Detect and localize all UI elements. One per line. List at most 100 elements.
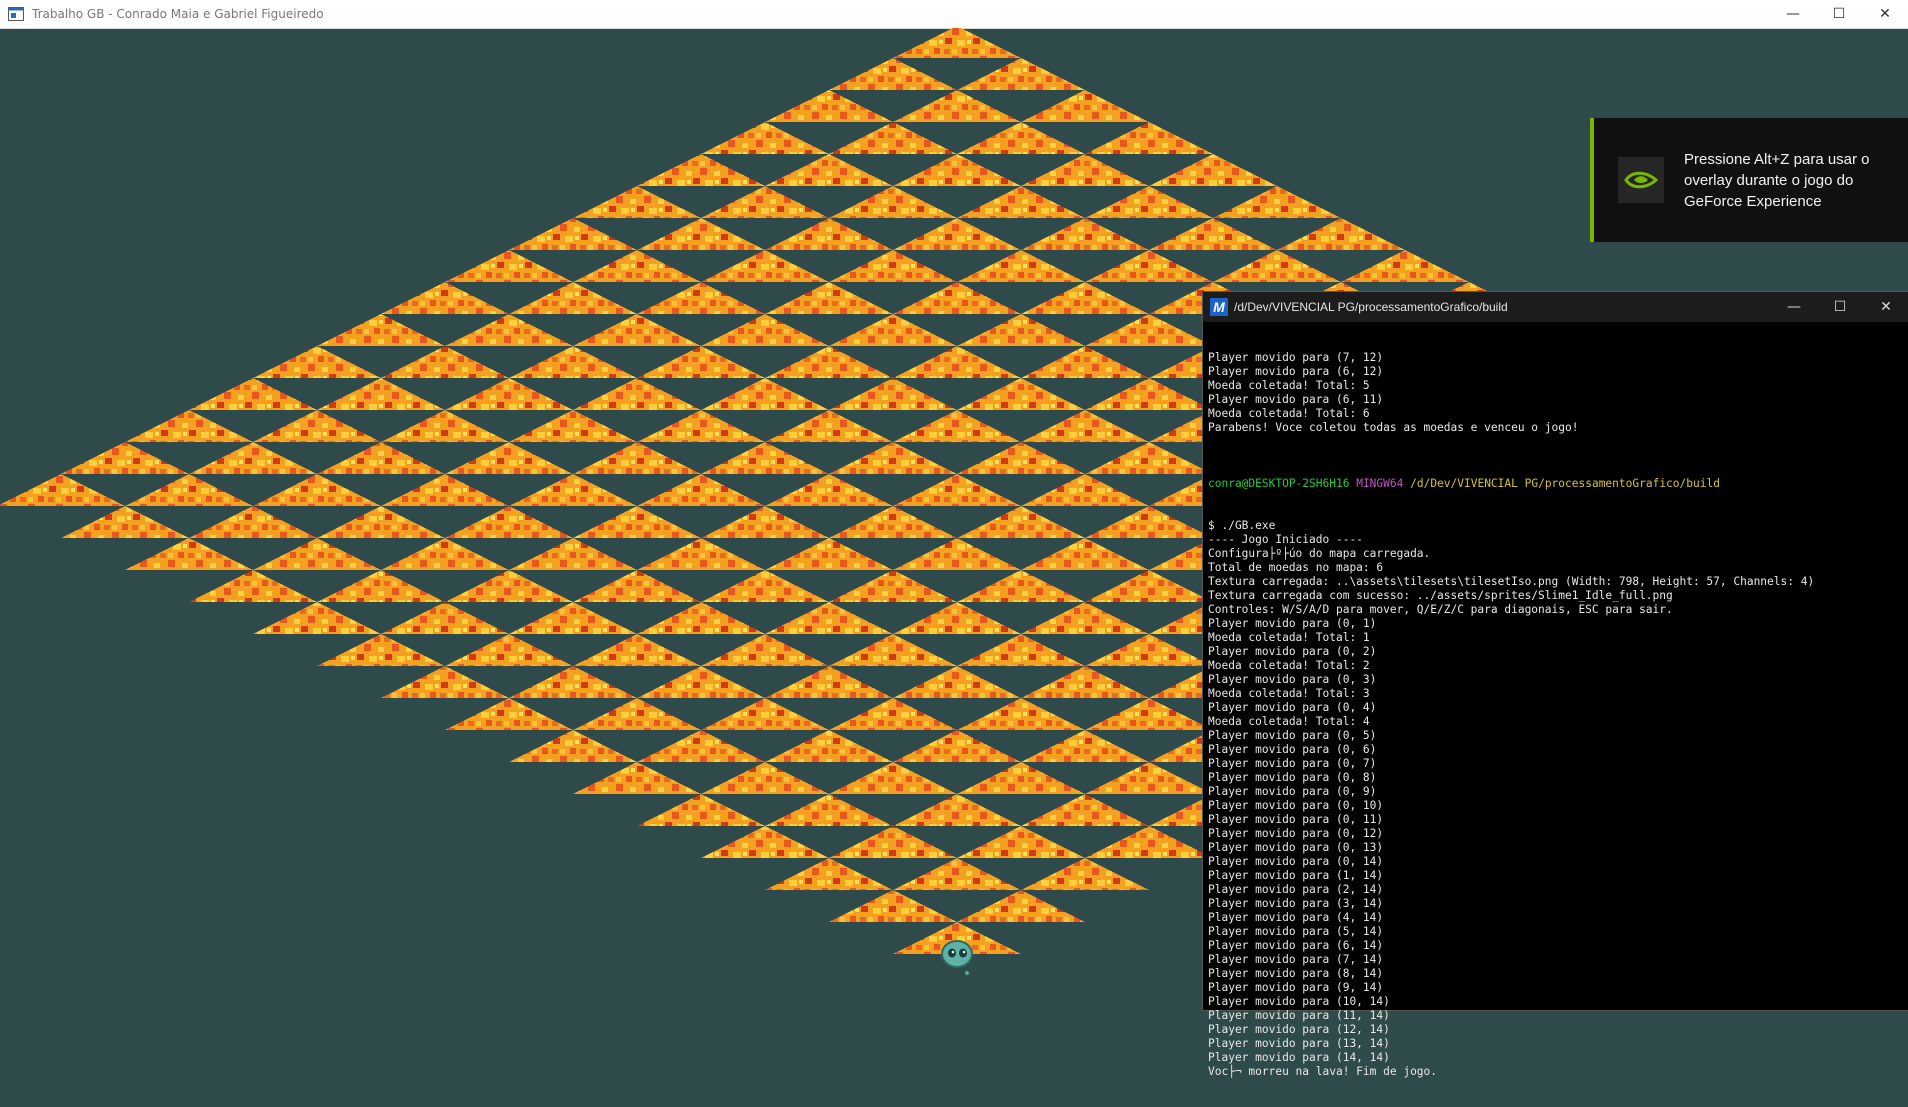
terminal-line: Player movido para (6, 12) (1208, 365, 1384, 378)
lava-tile (445, 314, 573, 346)
terminal-minimize-button[interactable]: — (1771, 292, 1817, 322)
lava-tile (1021, 858, 1149, 890)
lava-tile (253, 346, 381, 378)
terminal-window[interactable]: M /d/Dev/VIVENCIAL PG/processamentoGrafi… (1202, 291, 1908, 1078)
terminal-line: Parabens! Voce coletou todas as moedas e… (1208, 421, 1579, 434)
lava-tile (1021, 730, 1149, 762)
lava-tile (573, 314, 701, 346)
lava-tile (1341, 250, 1469, 282)
lava-tile (829, 506, 957, 538)
lava-tile (1021, 154, 1149, 186)
terminal-line: Player movido para (0, 9) (1208, 785, 1377, 798)
lava-tile (765, 474, 893, 506)
lava-tile (317, 634, 445, 666)
lava-tile (829, 442, 957, 474)
lava-tile (509, 410, 637, 442)
lava-tile (829, 634, 957, 666)
lava-tile (701, 186, 829, 218)
lava-tile (893, 282, 1021, 314)
lava-tile (573, 570, 701, 602)
lava-tile (1085, 186, 1213, 218)
prompt-host: MINGW64 (1356, 477, 1404, 490)
terminal-line: Player movido para (3, 14) (1208, 897, 1384, 910)
lava-tile (1085, 506, 1213, 538)
lava-tile (765, 282, 893, 314)
lava-tile (957, 634, 1085, 666)
lava-tile (893, 538, 1021, 570)
lava-tile (637, 794, 765, 826)
terminal-line: Player movido para (1, 14) (1208, 869, 1384, 882)
lava-tile (189, 506, 317, 538)
maximize-button[interactable]: ☐ (1816, 0, 1862, 28)
close-button[interactable]: ✕ (1862, 0, 1908, 28)
lava-tile (509, 282, 637, 314)
lava-tile (509, 538, 637, 570)
terminal-close-button[interactable]: ✕ (1863, 292, 1908, 322)
lava-tile (125, 410, 253, 442)
terminal-title: /d/Dev/VIVENCIAL PG/processamentoGrafico… (1234, 300, 1508, 314)
terminal-line: Player movido para (2, 14) (1208, 883, 1384, 896)
lava-tile (1021, 410, 1149, 442)
lava-tile (829, 570, 957, 602)
lava-tile (1085, 442, 1213, 474)
lava-tile (0, 474, 125, 506)
lava-tile (637, 730, 765, 762)
terminal-titlebar[interactable]: M /d/Dev/VIVENCIAL PG/processamentoGrafi… (1203, 292, 1908, 322)
lava-tile (381, 410, 509, 442)
prompt-user: conra@DESKTOP-2SH6H16 (1208, 477, 1350, 490)
terminal-output[interactable]: Player movido para (7, 12) Player movido … (1203, 322, 1908, 1107)
terminal-line: Total de moedas no mapa: 6 (1208, 561, 1384, 574)
lava-tile (573, 634, 701, 666)
lava-tile (1085, 826, 1213, 858)
lava-tile (701, 314, 829, 346)
lava-tile (765, 218, 893, 250)
lava-tile (701, 634, 829, 666)
lava-tile (957, 762, 1085, 794)
lava-tile (1021, 90, 1149, 122)
lava-tile (701, 378, 829, 410)
lava-tile (253, 538, 381, 570)
terminal-line: Player movido para (5, 14) (1208, 925, 1384, 938)
lava-tile (893, 346, 1021, 378)
lava-tile (573, 698, 701, 730)
lava-tile (893, 794, 1021, 826)
lava-tile (1021, 794, 1149, 826)
lava-tile (317, 506, 445, 538)
terminal-line: Moeda coletada! Total: 1 (1208, 631, 1370, 644)
lava-tile (765, 602, 893, 634)
slime-icon (941, 940, 973, 976)
lava-tile (893, 474, 1021, 506)
lava-tile (957, 826, 1085, 858)
lava-tile (61, 506, 189, 538)
terminal-line: Moeda coletada! Total: 4 (1208, 715, 1370, 728)
terminal-line: Moeda coletada! Total: 6 (1208, 407, 1370, 420)
lava-tile (829, 58, 957, 90)
minimize-button[interactable]: — (1770, 0, 1816, 28)
lava-tile (765, 858, 893, 890)
lava-tile (765, 90, 893, 122)
lava-tile (381, 346, 509, 378)
lava-tile (189, 570, 317, 602)
terminal-line: Player movido para (8, 14) (1208, 967, 1384, 980)
terminal-maximize-button[interactable]: ☐ (1817, 292, 1863, 322)
lava-tile (381, 474, 509, 506)
terminal-line: Player movido para (6, 11) (1208, 393, 1384, 406)
lava-tile (701, 570, 829, 602)
terminal-line: Player movido para (0, 8) (1208, 771, 1377, 784)
terminal-line: Player movido para (6, 14) (1208, 939, 1384, 952)
lava-tile (829, 762, 957, 794)
lava-tile (637, 666, 765, 698)
lava-tile (445, 442, 573, 474)
lava-tile (1213, 250, 1341, 282)
lava-tile (509, 346, 637, 378)
lava-tile (125, 538, 253, 570)
terminal-line: Moeda coletada! Total: 5 (1208, 379, 1370, 392)
lava-tile (317, 314, 445, 346)
geforce-overlay-toast[interactable]: Pressione Alt+Z para usar o overlay dura… (1590, 118, 1908, 242)
nvidia-icon (1618, 157, 1664, 203)
lava-tile (509, 474, 637, 506)
lava-tile (829, 890, 957, 922)
app-window-icon (8, 7, 24, 21)
lava-tile (1085, 378, 1213, 410)
window-titlebar[interactable]: Trabalho GB - Conrado Maia e Gabriel Fig… (0, 0, 1908, 29)
